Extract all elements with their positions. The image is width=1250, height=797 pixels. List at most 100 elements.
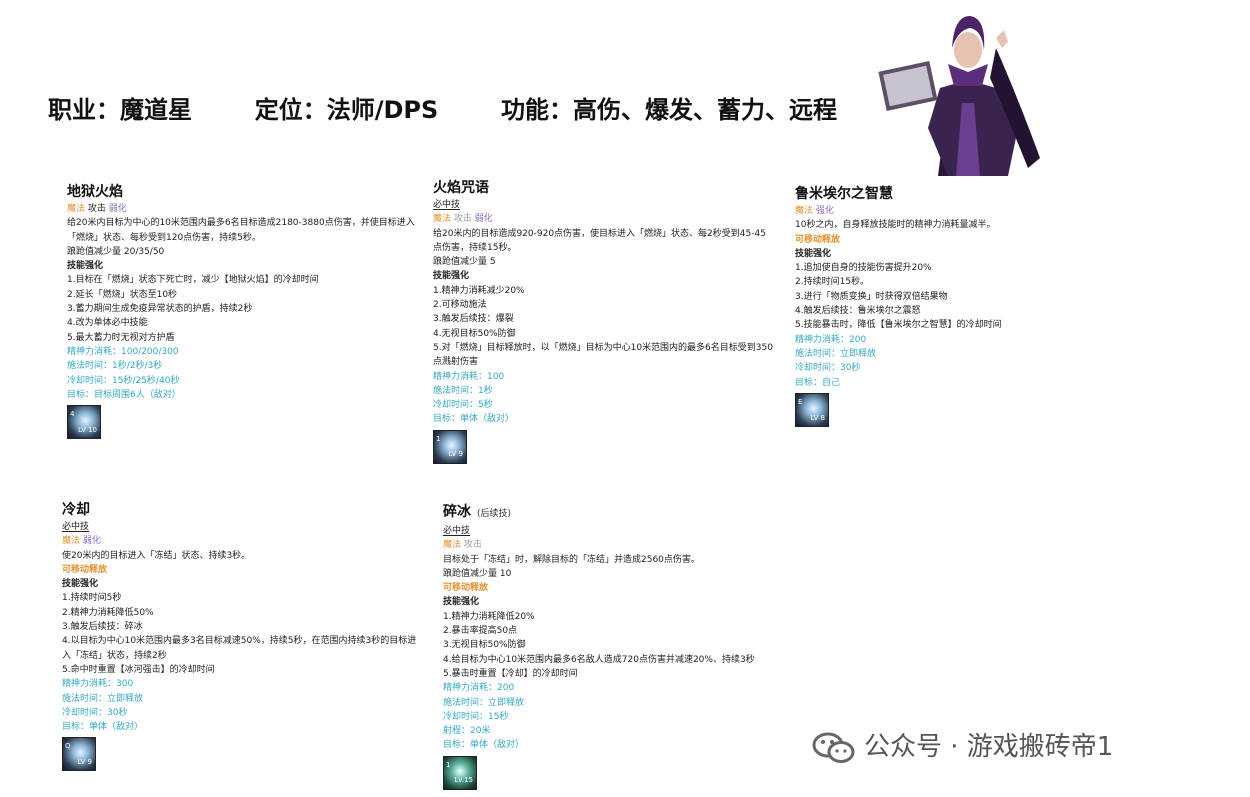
tag-magic: 魔法 bbox=[433, 214, 452, 225]
enhance-item: 2.暴击率提高50点 bbox=[443, 626, 518, 637]
enhance-item: 4.改为单体必中技能 bbox=[67, 318, 148, 329]
enhance-item: 1.持续时间5秒 bbox=[62, 593, 122, 604]
skill-description: 给20米内目标为中心的10米范围内最多6名目标造成2180-3880点伤害，并使… bbox=[67, 218, 415, 243]
tag-enhance: 强化 bbox=[815, 206, 834, 216]
enhance-item: 1.精神力消耗降低20% bbox=[443, 611, 535, 622]
function-label: 功能：高伤、爆发、蓄力、远程 bbox=[501, 96, 837, 124]
skill-title-row: 碎冰 (后续技) bbox=[443, 502, 783, 524]
stat-mana: 精神力消耗：100/200/300 bbox=[67, 346, 179, 357]
enhance-item: 2.持续时间15秒。 bbox=[795, 277, 870, 288]
stat-mana: 精神力消耗：200 bbox=[795, 334, 867, 345]
stat-mana: 精神力消耗：100 bbox=[433, 371, 505, 382]
tag-weaken: 弱化 bbox=[82, 536, 101, 547]
tag-weaken: 弱化 bbox=[108, 204, 127, 214]
enhance-label: 技能强化 bbox=[795, 248, 832, 259]
skill-tags: 魔法 强化 bbox=[795, 204, 1095, 218]
tag-attack: 攻击 bbox=[463, 540, 482, 551]
stat-cast: 施法时间：立即释放 bbox=[443, 697, 525, 708]
skill-title: 火焰咒语 bbox=[433, 180, 489, 196]
watermark-text: 公众号 · 游戏搬砖帝1 bbox=[864, 732, 1114, 762]
stat-cooldown: 冷却时间：30秒 bbox=[795, 363, 861, 374]
skill-card: 鲁米埃尔之智慧 魔法 强化 10秒之内，自身释放技能时的精神力消耗量减半。 可移… bbox=[795, 184, 1095, 427]
skill-icon: 1 LV 9 bbox=[433, 429, 467, 464]
skill-card: 碎冰 (后续技) 必中技 魔法 攻击 目标处于「冻结」时，解除目标的「冻结」并造成… bbox=[443, 502, 783, 790]
skill-icon: 4 LV 10 bbox=[67, 405, 101, 440]
skill-description: 给20米内的目标造成920-920点伤害，使目标进入「燃烧」状态、每2秒受到45… bbox=[433, 228, 766, 253]
must-hit-label: 必中技 bbox=[433, 200, 461, 210]
tag-magic: 魔法 bbox=[443, 540, 462, 551]
movable-label: 可移动释放 bbox=[443, 583, 489, 594]
enhance-item: 3.蓄力期间生成免疫异常状态的护盾，持续2秒 bbox=[67, 304, 253, 315]
skill-level: LV 9 bbox=[448, 450, 463, 459]
stat-cast: 施法时间：立即释放 bbox=[62, 693, 144, 704]
enhance-item: 4.触发后续技：鲁米埃尔之震怒 bbox=[795, 306, 921, 317]
enhance-item: 3.触发后续技：爆裂 bbox=[433, 314, 514, 325]
tag-magic: 魔法 bbox=[62, 536, 81, 547]
character-portrait bbox=[878, 8, 1058, 176]
enhance-item: 3.触发后续技：碎冰 bbox=[62, 622, 143, 633]
stat-target: 目标：单体（敌对） bbox=[443, 740, 525, 751]
skill-title: 地狱火焰 bbox=[67, 184, 123, 200]
tag-weaken: 弱化 bbox=[474, 214, 493, 225]
skill-description: 使20米内的目标进入「冻结」状态、持续3秒。 bbox=[62, 550, 251, 561]
stat-cast: 施法时间：1秒 bbox=[433, 385, 493, 396]
enhance-item: 1.目标在「燃烧」状态下死亡时，减少【地狱火焰】的冷却时间 bbox=[67, 275, 319, 286]
stat-target: 目标：目标周围6人（敌对） bbox=[67, 389, 181, 400]
skill-icon: Q LV 9 bbox=[62, 737, 96, 772]
skill-hotkey: 4 bbox=[70, 410, 75, 419]
skill-level: LV 9 bbox=[77, 758, 92, 767]
skill-stagger: 踉跄值减少量 10 bbox=[443, 568, 512, 579]
stat-target: 目标：单体（敌对） bbox=[62, 722, 144, 733]
page-header: 职业：魔道星 定位：法师/DPS 功能：高伤、爆发、蓄力、远程 bbox=[48, 90, 837, 125]
tag-magic: 魔法 bbox=[795, 206, 814, 216]
skill-hotkey: Q bbox=[65, 742, 71, 751]
skill-hotkey: 1 bbox=[446, 760, 451, 769]
class-label: 职业：魔道星 bbox=[48, 96, 192, 124]
stat-cooldown: 冷却时间：15秒 bbox=[443, 711, 509, 722]
enhance-label: 技能强化 bbox=[67, 261, 104, 272]
skill-tags: 魔法 攻击 弱化 bbox=[67, 202, 417, 216]
enhance-item: 5.最大蓄力时无视对方护盾 bbox=[67, 332, 175, 343]
wechat-icon bbox=[812, 732, 855, 763]
stat-cast: 施法时间：1秒/2秒/3秒 bbox=[67, 361, 163, 372]
enhance-label: 技能强化 bbox=[433, 271, 470, 282]
skill-description: 目标处于「冻结」时，解除目标的「冻结」并造成2560点伤害。 bbox=[443, 554, 700, 565]
enhance-item: 2.精神力消耗降低50% bbox=[62, 607, 154, 618]
skill-description: 10秒之内，自身释放技能时的精神力消耗量减半。 bbox=[795, 220, 996, 231]
enhance-label: 技能强化 bbox=[443, 597, 480, 608]
skill-card: 冷却 必中技 魔法 弱化 使20米内的目标进入「冻结」状态、持续3秒。 可移动释… bbox=[62, 500, 424, 772]
tag-magic: 魔法 bbox=[67, 204, 86, 214]
must-hit-label: 必中技 bbox=[62, 522, 90, 532]
stat-mana: 精神力消耗：200 bbox=[443, 683, 515, 694]
stat-cast: 施法时间：立即释放 bbox=[795, 348, 877, 359]
skill-hotkey: E bbox=[798, 397, 803, 406]
skill-title: 冷却 bbox=[62, 502, 90, 518]
skill-card: 地狱火焰 魔法 攻击 弱化 给20米内目标为中心的10米范围内最多6名目标造成2… bbox=[67, 182, 417, 440]
enhance-item: 5.技能暴击时，降低【鲁米埃尔之智慧】的冷却时间 bbox=[795, 320, 1002, 331]
enhance-item: 2.可移动施法 bbox=[433, 300, 487, 311]
enhance-item: 4.以目标为中心10米范围内最多3名目标减速50%，持续5秒，在范围内持续3秒的… bbox=[62, 636, 417, 661]
skill-icon: 1 Lv.15 bbox=[443, 755, 477, 790]
enhance-label: 技能强化 bbox=[62, 579, 99, 590]
skill-title: 鲁米埃尔之智慧 bbox=[795, 186, 893, 202]
skill-level: LV 10 bbox=[77, 425, 97, 434]
skill-stagger: 踉跄值减少量 20/35/50 bbox=[67, 246, 165, 257]
must-hit-label: 必中技 bbox=[443, 526, 471, 536]
skill-level: Lv.15 bbox=[454, 776, 473, 785]
skill-level: LV 8 bbox=[810, 413, 825, 422]
movable-label: 可移动释放 bbox=[795, 234, 841, 245]
skill-tags: 魔法 弱化 bbox=[62, 534, 424, 548]
enhance-item: 3.进行「物质变换」时获得双倍结果物 bbox=[795, 291, 948, 302]
skill-icon: E LV 8 bbox=[795, 392, 829, 427]
skill-hotkey: 1 bbox=[436, 434, 441, 443]
stat-cooldown: 冷却时间：30秒 bbox=[62, 707, 128, 718]
enhance-item: 5.对「燃烧」目标释放时，以「燃烧」目标为中心10米范围内的最多6名目标受到35… bbox=[433, 342, 773, 368]
role-label: 定位：法师/DPS bbox=[254, 96, 439, 124]
watermark: 公众号 · 游戏搬砖帝1 bbox=[812, 726, 1113, 765]
enhance-item: 4.给目标为中心10米范围内最多6名敌人造成720点伤害并减速20%、持续3秒 bbox=[443, 654, 755, 665]
tag-attack: 攻击 bbox=[453, 214, 472, 225]
enhance-item: 5.暴击时重置【冷却】的冷却时间 bbox=[443, 668, 578, 679]
stat-range: 射程：20米 bbox=[443, 726, 491, 737]
skill-title: 碎冰 bbox=[443, 504, 471, 520]
skill-tags: 魔法 攻击 bbox=[443, 538, 783, 552]
